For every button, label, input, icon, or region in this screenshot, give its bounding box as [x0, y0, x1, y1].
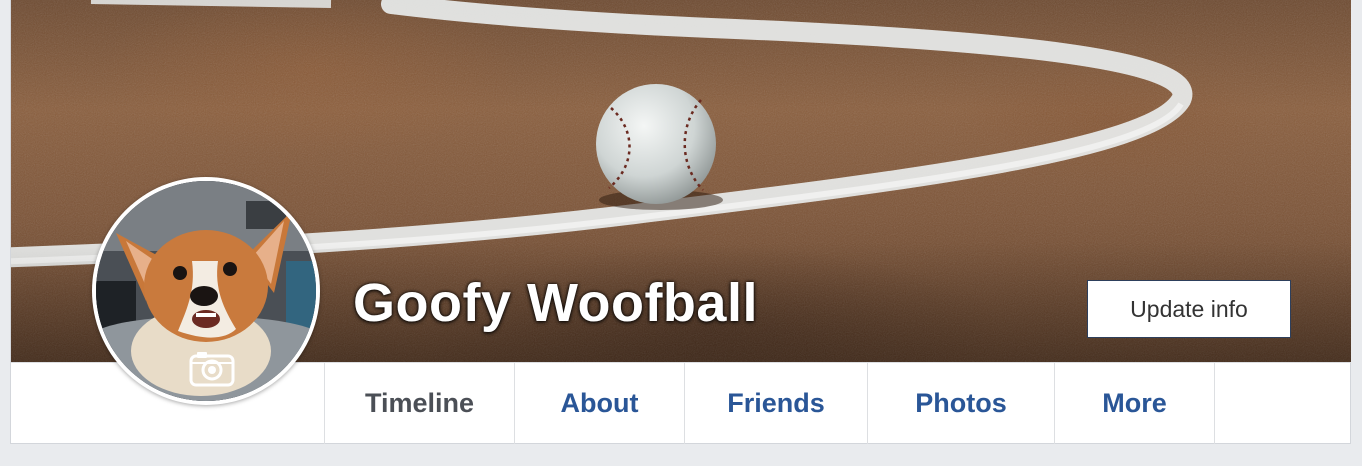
camera-icon[interactable] [189, 351, 235, 387]
tab-friends[interactable]: Friends [684, 363, 867, 444]
profile-name[interactable]: Goofy Woofball [353, 272, 758, 334]
profile-avatar[interactable] [92, 177, 320, 405]
avatar-photo [96, 181, 316, 401]
nav-divider [1214, 363, 1216, 444]
update-info-button[interactable]: Update info [1087, 280, 1291, 338]
tab-timeline[interactable]: Timeline [324, 363, 514, 444]
tab-more[interactable]: More [1054, 363, 1214, 444]
tab-photos[interactable]: Photos [867, 363, 1054, 444]
tab-about[interactable]: About [514, 363, 684, 444]
profile-card: Goofy Woofball Update info Timeline Abou… [10, 0, 1351, 444]
